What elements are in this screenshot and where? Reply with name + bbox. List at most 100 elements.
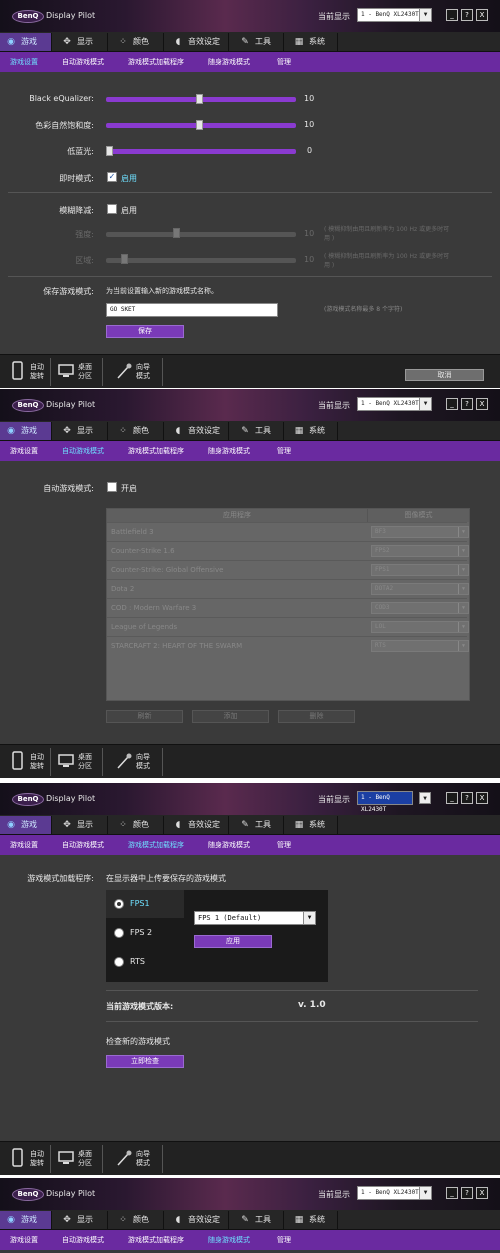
tab-tools[interactable]: ✎ 工具 — [234, 1211, 284, 1229]
monitor-select[interactable]: 1 - BenQ XL2430T ▼ — [357, 791, 431, 813]
mode-select[interactable]: FPS2 ▼ — [371, 545, 469, 557]
subtab-portable-game-mode[interactable]: 随身游戏模式 — [208, 441, 250, 461]
tab-display[interactable]: ✥ 显示 — [56, 816, 108, 834]
wizard-mode-button[interactable]: 向导 模式 — [116, 1146, 160, 1172]
tab-audio[interactable]: ◖ 音效设定 — [167, 1211, 229, 1229]
subtab-manage[interactable]: 管理 — [277, 835, 291, 855]
radio-fps2[interactable] — [114, 928, 124, 938]
tab-game[interactable]: ◉ 游戏 — [0, 816, 52, 834]
minimize-button[interactable]: _ — [446, 792, 458, 804]
delete-button[interactable]: 删除 — [278, 710, 355, 723]
desktop-partition-button[interactable]: 桌面 分区 — [58, 1146, 102, 1172]
wizard-mode-button[interactable]: 向导 模式 — [116, 749, 160, 775]
subtab-auto-game-mode[interactable]: 自动游戏模式 — [62, 1230, 104, 1250]
instant-mode-checkbox[interactable]: ✓ — [107, 172, 117, 182]
subtab-game-mode-loader[interactable]: 游戏模式加载程序 — [128, 835, 184, 855]
help-button[interactable]: ? — [461, 1187, 473, 1199]
subtab-portable-game-mode[interactable]: 随身游戏模式 — [208, 52, 250, 72]
table-row[interactable]: COD : Modern Warfare 3 COD3 ▼ — [107, 598, 469, 617]
add-button[interactable]: 添加 — [192, 710, 269, 723]
save-button[interactable]: 保存 — [106, 325, 184, 338]
subtab-auto-game-mode[interactable]: 自动游戏模式 — [62, 835, 104, 855]
saturation-slider-thumb[interactable] — [196, 120, 203, 130]
table-row[interactable]: STARCRAFT 2: HEART OF THE SWARM RTS ▼ — [107, 636, 469, 655]
monitor-select[interactable]: 1 - BenQ XL2430T ▼ — [357, 1186, 432, 1200]
intensity-slider[interactable] — [106, 232, 296, 237]
mode-select[interactable]: RTS ▼ — [371, 640, 469, 652]
subtab-game-settings[interactable]: 游戏设置 — [10, 52, 38, 72]
auto-rotate-button[interactable]: 自动 旋转 — [10, 749, 50, 775]
area-slider[interactable] — [106, 258, 296, 263]
tab-color[interactable]: ⁘ 颜色 — [112, 1211, 164, 1229]
mode-select[interactable]: LOL ▼ — [371, 621, 469, 633]
check-now-button[interactable]: 立即检查 — [106, 1055, 184, 1068]
save-mode-name-input[interactable]: GO SKET — [106, 303, 278, 317]
area-slider-thumb[interactable] — [121, 254, 128, 264]
tab-audio[interactable]: ◖ 音效设定 — [167, 33, 229, 51]
close-button[interactable]: X — [476, 1187, 488, 1199]
mode-select[interactable]: COD3 ▼ — [371, 602, 469, 614]
tab-tools[interactable]: ✎ 工具 — [234, 422, 284, 440]
subtab-game-settings[interactable]: 游戏设置 — [10, 441, 38, 461]
subtab-game-mode-loader[interactable]: 游戏模式加载程序 — [128, 441, 184, 461]
subtab-game-settings[interactable]: 游戏设置 — [10, 1230, 38, 1250]
table-row[interactable]: Dota 2 DOTA2 ▼ — [107, 579, 469, 598]
cancel-button[interactable]: 取消 — [405, 369, 484, 381]
radio-rts[interactable] — [114, 957, 124, 967]
tab-game[interactable]: ◉ 游戏 — [0, 33, 52, 51]
tab-system[interactable]: ▦ 系统 — [288, 816, 338, 834]
table-row[interactable]: Battlefield 3 BF3 ▼ — [107, 522, 469, 541]
mode-select[interactable]: BF3 ▼ — [371, 526, 469, 538]
help-button[interactable]: ? — [461, 792, 473, 804]
monitor-select[interactable]: 1 - BenQ XL2430T ▼ — [357, 8, 432, 22]
table-row[interactable]: League of Legends LOL ▼ — [107, 617, 469, 636]
subtab-manage[interactable]: 管理 — [277, 441, 291, 461]
subtab-game-settings[interactable]: 游戏设置 — [10, 835, 38, 855]
minimize-button[interactable]: _ — [446, 9, 458, 21]
tab-display[interactable]: ✥ 显示 — [56, 33, 108, 51]
apply-button[interactable]: 应用 — [194, 935, 272, 948]
preset-select[interactable]: FPS 1 (Default) ▼ — [194, 911, 316, 925]
auto-game-mode-checkbox[interactable] — [107, 482, 117, 492]
tab-color[interactable]: ⁘ 颜色 — [112, 422, 164, 440]
table-row[interactable]: Counter-Strike 1.6 FPS2 ▼ — [107, 541, 469, 560]
mode-select[interactable]: DOTA2 ▼ — [371, 583, 469, 595]
tab-display[interactable]: ✥ 显示 — [56, 422, 108, 440]
table-row[interactable]: Counter-Strike: Global Offensive FPS1 ▼ — [107, 560, 469, 579]
subtab-manage[interactable]: 管理 — [277, 52, 291, 72]
tab-display[interactable]: ✥ 显示 — [56, 1211, 108, 1229]
tab-tools[interactable]: ✎ 工具 — [234, 816, 284, 834]
wizard-mode-button[interactable]: 向导 模式 — [116, 359, 160, 385]
help-button[interactable]: ? — [461, 9, 473, 21]
minimize-button[interactable]: _ — [446, 1187, 458, 1199]
close-button[interactable]: X — [476, 9, 488, 21]
tab-game[interactable]: ◉ 游戏 — [0, 422, 52, 440]
minimize-button[interactable]: _ — [446, 398, 458, 410]
tab-game[interactable]: ◉ 游戏 — [0, 1211, 52, 1229]
tab-audio[interactable]: ◖ 音效设定 — [167, 422, 229, 440]
low-blue-slider[interactable] — [106, 149, 296, 154]
subtab-portable-game-mode[interactable]: 随身游戏模式 — [208, 835, 250, 855]
refresh-button[interactable]: 刷新 — [106, 710, 183, 723]
tab-system[interactable]: ▦ 系统 — [288, 33, 338, 51]
desktop-partition-button[interactable]: 桌面 分区 — [58, 359, 102, 385]
tab-color[interactable]: ⁘ 颜色 — [112, 816, 164, 834]
close-button[interactable]: X — [476, 792, 488, 804]
tab-tools[interactable]: ✎ 工具 — [234, 33, 284, 51]
subtab-auto-game-mode[interactable]: 自动游戏模式 — [62, 52, 104, 72]
subtab-auto-game-mode[interactable]: 自动游戏模式 — [62, 441, 104, 461]
subtab-game-mode-loader[interactable]: 游戏模式加载程序 — [128, 52, 184, 72]
tab-system[interactable]: ▦ 系统 — [288, 422, 338, 440]
subtab-portable-game-mode[interactable]: 随身游戏模式 — [208, 1230, 250, 1250]
blur-reduction-checkbox[interactable] — [107, 204, 117, 214]
intensity-slider-thumb[interactable] — [173, 228, 180, 238]
close-button[interactable]: X — [476, 398, 488, 410]
subtab-manage[interactable]: 管理 — [277, 1230, 291, 1250]
mode-select[interactable]: FPS1 ▼ — [371, 564, 469, 576]
tab-audio[interactable]: ◖ 音效设定 — [167, 816, 229, 834]
low-blue-slider-thumb[interactable] — [106, 146, 113, 156]
monitor-select[interactable]: 1 - BenQ XL2430T ▼ — [357, 397, 432, 411]
auto-rotate-button[interactable]: 自动 旋转 — [10, 359, 50, 385]
subtab-game-mode-loader[interactable]: 游戏模式加载程序 — [128, 1230, 184, 1250]
tab-system[interactable]: ▦ 系统 — [288, 1211, 338, 1229]
